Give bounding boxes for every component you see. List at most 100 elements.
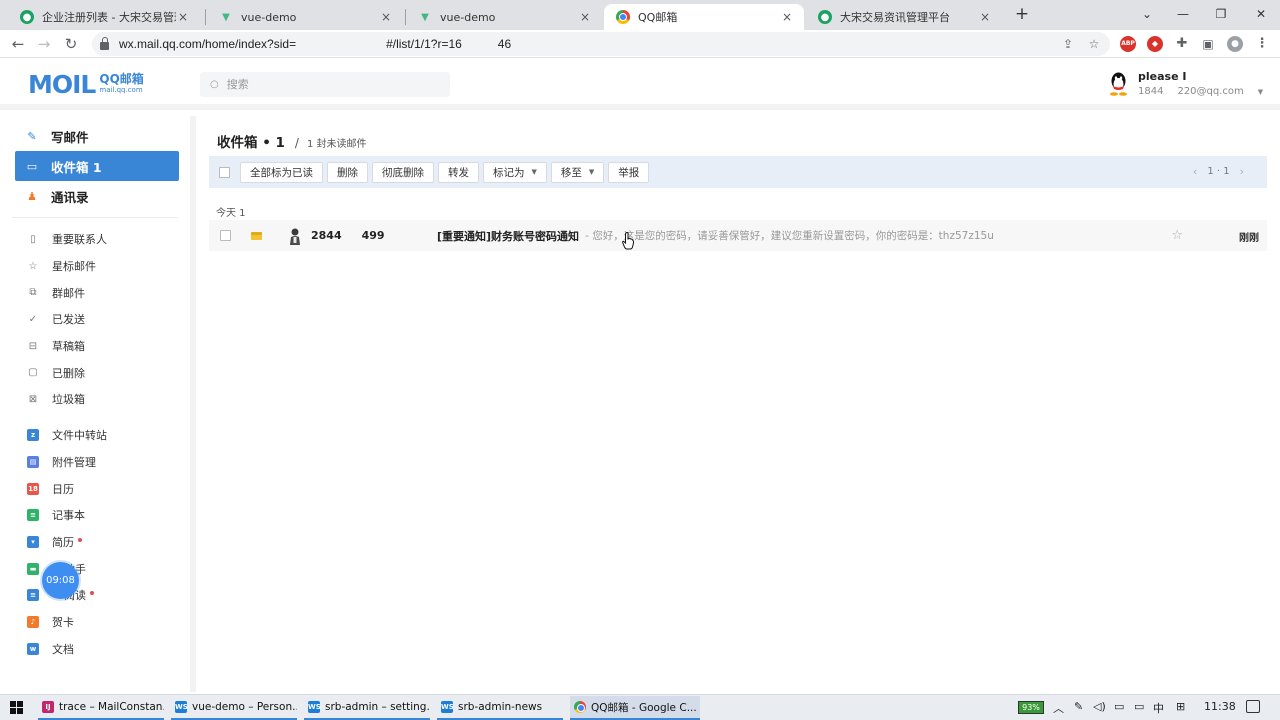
profile-icon[interactable]: ●: [1227, 36, 1243, 52]
tab-close-icon[interactable]: ×: [780, 10, 794, 24]
sidebar-item-label: 已发送: [52, 313, 85, 327]
notebook-icon: ≡: [27, 509, 39, 522]
ime-grid-icon[interactable]: ⊞: [1176, 700, 1185, 713]
prev-page-icon[interactable]: ‹: [1193, 165, 1197, 178]
sidebar-item-starred[interactable]: ☆ 星标邮件: [0, 253, 190, 280]
minimize-icon[interactable]: —: [1166, 3, 1200, 25]
tray-expand-icon[interactable]: ︿: [1053, 700, 1064, 716]
sidebar-item-contacts[interactable]: ♟ 通讯录: [15, 181, 179, 211]
star-toggle-icon[interactable]: ☆: [1171, 228, 1183, 243]
bookmark-star-icon[interactable]: ☆: [1086, 36, 1102, 52]
reload-icon[interactable]: ↻: [60, 33, 82, 55]
chevron-down-icon: ▼: [1257, 88, 1264, 96]
tab-close-icon[interactable]: ×: [978, 10, 992, 24]
sidebar-item-docs[interactable]: w 文档: [0, 635, 190, 662]
search-input[interactable]: [226, 78, 427, 91]
forward-icon[interactable]: →: [33, 33, 55, 55]
taskbar-item[interactable]: WS srb-admin-news: [437, 696, 563, 720]
network-icon[interactable]: ▭: [1114, 700, 1124, 713]
browser-tab[interactable]: ▼ vue-demo ×: [406, 4, 602, 30]
pen-tray-icon[interactable]: ✎: [1074, 700, 1083, 713]
adblock-icon[interactable]: ABP: [1120, 36, 1136, 52]
move-to-dropdown[interactable]: 移至 ▼: [550, 161, 605, 183]
report-button[interactable]: 举报: [608, 161, 650, 183]
file-transfer-icon: z: [27, 429, 39, 442]
email-checkbox[interactable]: [220, 230, 231, 241]
browser-tab[interactable]: ● 大宋交易资讯管理平台 ×: [806, 4, 1002, 30]
floating-clock-bubble[interactable]: 09:08: [42, 562, 79, 599]
logo-wordmark: MOIL: [28, 70, 96, 99]
hand-cursor-icon: [622, 232, 634, 250]
sidebar-item-label: 文件中转站: [52, 429, 107, 443]
sidebar-item-label: 写邮件: [51, 129, 89, 145]
email-row[interactable]: 2844 499 [重要通知]财务账号密码通知 - 您好，这是您的密码，请妥善保管…: [209, 220, 1267, 251]
sidebar-item-group-mail[interactable]: ⧉ 群邮件: [0, 279, 190, 306]
battery-indicator[interactable]: 93%: [1018, 701, 1044, 714]
srb-favicon: ●: [20, 10, 34, 24]
browser-tab-active[interactable]: QQ邮箱 ×: [604, 4, 804, 30]
sidebar-item-reading[interactable]: ≡ 阅读: [0, 582, 190, 609]
sidebar-item-drafts[interactable]: ⊟ 草稿箱: [0, 333, 190, 360]
sidebar-item-label: 日历: [52, 482, 74, 496]
display-icon[interactable]: ▭: [1134, 700, 1144, 713]
tab-close-icon[interactable]: ×: [379, 10, 393, 24]
new-tab-button[interactable]: +: [1012, 4, 1032, 24]
taskbar-item-label: vue-demo – Person...: [192, 701, 297, 713]
sidebar-item-file-transfer[interactable]: z 文件中转站: [0, 422, 190, 449]
windows-start-icon[interactable]: [10, 701, 23, 714]
mark-all-read-button[interactable]: 全部标为已读: [240, 161, 323, 183]
tab-title: 企业注册列表 - 大宋交易管理平台: [42, 11, 176, 24]
taskbar-item[interactable]: WS vue-demo – Person...: [171, 696, 297, 720]
sidebar-item-label: 群邮件: [52, 286, 85, 300]
side-panel-icon[interactable]: ▣: [1200, 36, 1216, 52]
address-bar[interactable]: wx.mail.qq.com/home/index?sid= #/list/1/…: [92, 32, 1110, 56]
sidebar-item-important[interactable]: ▯ 重要联系人: [0, 226, 190, 253]
clock[interactable]: 11:38: [1204, 700, 1236, 713]
maximize-icon[interactable]: ❐: [1204, 3, 1238, 25]
volume-icon[interactable]: ◁): [1093, 700, 1106, 713]
sidebar-item-greeting-card[interactable]: ♪ 贺卡: [0, 609, 190, 636]
forward-button[interactable]: 转发: [438, 161, 479, 183]
sidebar-item-inbox[interactable]: ▭ 收件箱 1: [15, 151, 179, 181]
sidebar-item-calendar[interactable]: 18 日历: [0, 475, 190, 502]
share-icon[interactable]: ⇪: [1060, 36, 1076, 52]
sidebar-item-deleted[interactable]: ▢ 已删除: [0, 359, 190, 386]
inbox-icon: ▭: [26, 159, 38, 173]
qq-penguin-icon: [1110, 72, 1127, 96]
sidebar-item-resume[interactable]: ▾ 简历: [0, 529, 190, 556]
browser-tab[interactable]: ▼ vue-demo ×: [207, 4, 403, 30]
back-icon[interactable]: ←: [7, 33, 29, 55]
sidebar-item-compose[interactable]: ✎ 写邮件: [15, 121, 179, 151]
sidebar-item-assistant[interactable]: ▬ 助手: [0, 555, 190, 582]
sidebar-item-spam[interactable]: ⊠ 垃圾箱: [0, 386, 190, 413]
mark-as-dropdown[interactable]: 标记为 ▼: [483, 161, 547, 183]
taskbar-item-active[interactable]: QQ邮箱 - Google C...: [570, 696, 700, 720]
tab-title: vue-demo: [440, 10, 496, 24]
browser-tab[interactable]: ● 企业注册列表 - 大宋交易管理平台 ×: [8, 4, 200, 30]
next-page-icon[interactable]: ›: [1240, 165, 1244, 178]
qqmail-logo[interactable]: MOIL QQ邮箱 mail.qq.com: [28, 70, 144, 99]
tab-close-icon[interactable]: ×: [578, 10, 592, 24]
user-name: please I: [1138, 70, 1187, 83]
taskbar-item[interactable]: WS srb-admin – setting...: [304, 696, 430, 720]
tab-title: 大宋交易资讯管理平台: [840, 11, 950, 24]
sidebar-item-notebook[interactable]: ≡ 记事本: [0, 502, 190, 529]
user-email: 220@qq.com: [1177, 86, 1244, 97]
close-window-icon[interactable]: ✕: [1244, 3, 1278, 25]
taskbar-item[interactable]: IJ trace – MailConstan...: [38, 696, 164, 720]
sidebar-item-sent[interactable]: ✓ 已发送: [0, 306, 190, 333]
menu-kebab-icon[interactable]: ⋮: [1254, 36, 1270, 52]
ime-indicator[interactable]: 中: [1153, 700, 1164, 716]
user-account[interactable]: 1844 220@qq.com ▼: [1138, 86, 1263, 97]
select-all-checkbox[interactable]: [219, 166, 230, 178]
title-separator: /: [294, 136, 299, 150]
shield-extension-icon[interactable]: ◆: [1147, 36, 1163, 52]
delete-button[interactable]: 删除: [327, 161, 368, 183]
extensions-puzzle-icon[interactable]: ✚: [1174, 36, 1190, 52]
permanent-delete-button[interactable]: 彻底删除: [372, 161, 434, 183]
reading-icon: ≡: [27, 589, 39, 602]
tab-close-icon[interactable]: ×: [176, 10, 190, 24]
sidebar-item-attachments[interactable]: ▤ 附件管理: [0, 449, 190, 476]
notification-icon[interactable]: [1246, 700, 1260, 713]
tab-search-icon[interactable]: ⌄: [1130, 3, 1164, 25]
